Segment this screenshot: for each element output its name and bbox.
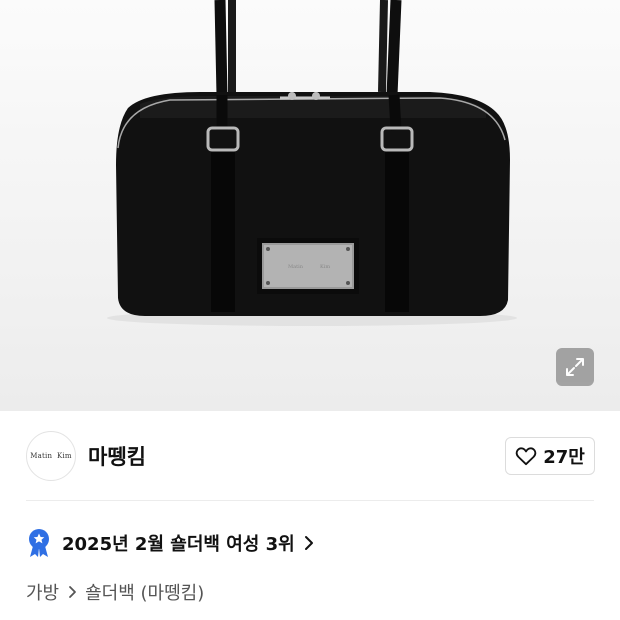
bag-photo: Matin Kim [107,0,517,326]
expand-arrows-icon [566,358,584,376]
breadcrumb-separator [67,585,77,599]
plate-text-left: Matin [288,264,304,270]
plate-text-right: Kim [320,264,330,270]
product-image[interactable]: Matin Kim [0,0,620,411]
chevron-right-icon [69,586,77,598]
like-count: 27만 [543,447,585,468]
breadcrumb-item-bag[interactable]: 가방 [26,579,59,605]
brand-logo-avatar[interactable]: Matin Kim [26,431,76,481]
like-button[interactable]: 27만 [505,437,595,475]
breadcrumb-item-shoulder-bag[interactable]: 숄더백 (마뗑킴) [85,579,204,605]
brand-logo-text: Matin Kim [30,452,72,460]
expand-button[interactable] [556,348,594,386]
award-ribbon-icon [29,529,49,557]
brand-name[interactable]: 마뗑킴 [88,441,146,471]
heart-outline-icon [515,447,537,466]
ranking-link[interactable]: 2025년 2월 숄더백 여성 3위 [26,527,315,559]
ranking-text: 2025년 2월 숄더백 여성 3위 [62,534,295,555]
divider [26,500,594,501]
chevron-right-icon [304,536,313,550]
breadcrumb: 가방 숄더백 (마뗑킴) [26,578,204,606]
